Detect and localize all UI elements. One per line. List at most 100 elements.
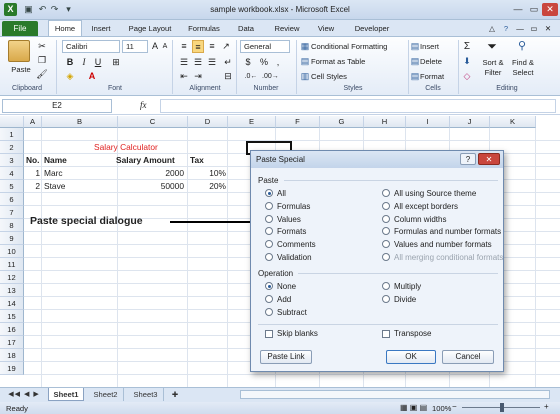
merge-center-icon[interactable]: ⊟ [222, 70, 234, 83]
increase-decimal-icon[interactable]: .0← [244, 70, 258, 83]
column-header-g[interactable]: G [320, 116, 364, 128]
cell-styles-button[interactable]: Cell Styles [311, 70, 347, 83]
paste-option-left-0-radio[interactable] [265, 189, 273, 197]
operation-right-1-label[interactable]: Divide [394, 294, 416, 305]
shrink-font-icon[interactable]: A [160, 40, 170, 53]
sheet-nav-icon[interactable]: ◀◀ ◀ ▶ ▶▶ [4, 388, 44, 411]
close-icon[interactable]: ✕ [542, 3, 558, 16]
skip-blanks-checkbox[interactable] [265, 330, 273, 338]
column-header-d[interactable]: D [188, 116, 228, 128]
collapse-ribbon-icon[interactable]: △ [486, 21, 498, 36]
cell-no[interactable]: 2 [12, 180, 42, 193]
row-header-17[interactable]: 17 [0, 336, 24, 349]
tab-file[interactable]: File [2, 21, 38, 36]
align-bottom-icon[interactable]: ≡ [206, 40, 218, 53]
cell-tax[interactable]: 10% [188, 167, 226, 180]
borders-icon[interactable]: ⊞ [110, 56, 122, 69]
tab-review[interactable]: Review [270, 21, 304, 36]
tab-developer[interactable]: Developer [350, 21, 394, 36]
grow-font-icon[interactable]: A [150, 40, 160, 53]
row-header-15[interactable]: 15 [0, 310, 24, 323]
tab-formulas[interactable]: Formulas [184, 21, 224, 36]
conditional-formatting-button[interactable]: Conditional Formatting [311, 40, 387, 53]
normal-view-icon[interactable]: ▦ ▣ ▤ [400, 403, 427, 412]
workbook-restore-icon[interactable]: ▭ [528, 21, 540, 36]
operation-right-1-radio[interactable] [382, 294, 390, 303]
font-size-select[interactable]: 11 [122, 40, 148, 53]
tab-home[interactable]: Home [48, 20, 82, 37]
row-header-14[interactable]: 14 [0, 297, 24, 310]
align-center-icon[interactable]: ☰ [192, 56, 204, 69]
column-header-b[interactable]: B [42, 116, 118, 128]
zoom-out-button[interactable]: − [452, 402, 457, 411]
operation-left-2-radio[interactable] [265, 307, 273, 316]
workbook-close-icon[interactable]: ✕ [542, 21, 554, 36]
tab-data[interactable]: Data [232, 21, 260, 36]
dialog-close-button[interactable]: ✕ [478, 153, 500, 165]
tab-insert[interactable]: Insert [86, 21, 116, 36]
row-header-12[interactable]: 12 [0, 271, 24, 284]
formula-input[interactable] [160, 99, 556, 113]
operation-left-0-radio[interactable] [265, 282, 273, 290]
paste-option-right-0-radio[interactable] [382, 189, 390, 197]
row-header-7[interactable]: 7 [0, 206, 24, 219]
paste-link-button[interactable]: Paste Link [260, 350, 312, 364]
paste-option-right-2-label[interactable]: Column widths [394, 214, 446, 225]
align-left-icon[interactable]: ☰ [178, 56, 190, 69]
operation-left-1-radio[interactable] [265, 294, 273, 303]
paste-option-left-2-radio[interactable] [265, 214, 273, 223]
wrap-text-icon[interactable]: ↵ [222, 56, 234, 69]
row-header-18[interactable]: 18 [0, 349, 24, 362]
sort-filter-label-2[interactable]: Filter [480, 66, 506, 79]
row-header-13[interactable]: 13 [0, 284, 24, 297]
column-header-k[interactable]: K [490, 116, 536, 128]
function-icon[interactable]: fx [140, 100, 147, 110]
transpose-label[interactable]: Transpose [394, 328, 432, 339]
paste-option-left-1-label[interactable]: Formulas [277, 201, 310, 212]
decrease-indent-icon[interactable]: ⇤ [178, 70, 190, 83]
format-painter-icon[interactable]: 🖌 [36, 68, 48, 81]
column-header-i[interactable]: I [406, 116, 450, 128]
skip-blanks-label[interactable]: Skip blanks [277, 328, 318, 339]
minimize-icon[interactable]: — [510, 3, 526, 16]
row-header-16[interactable]: 16 [0, 323, 24, 336]
row-header-6[interactable]: 6 [0, 193, 24, 206]
paste-option-right-0-label[interactable]: All using Source theme [394, 188, 476, 199]
copy-icon[interactable]: ❐ [36, 54, 48, 67]
align-right-icon[interactable]: ☰ [206, 56, 218, 69]
operation-left-1-label[interactable]: Add [277, 294, 291, 305]
zoom-in-button[interactable]: + [544, 402, 549, 411]
operation-right-0-label[interactable]: Multiply [394, 281, 421, 292]
cell-name[interactable]: Marc [44, 167, 63, 180]
paste-option-right-2-radio[interactable] [382, 214, 390, 223]
fill-color-icon[interactable]: ◈ [64, 70, 76, 83]
orientation-icon[interactable]: ↗ [220, 40, 232, 53]
insert-sheet-icon[interactable]: ✚ [168, 388, 182, 401]
row-header-10[interactable]: 10 [0, 245, 24, 258]
paste-option-left-4-label[interactable]: Comments [277, 239, 316, 250]
row-header-2[interactable]: 2 [0, 141, 24, 154]
cancel-button[interactable]: Cancel [442, 350, 494, 364]
help-icon[interactable]: ? [500, 21, 512, 36]
paste-option-right-1-radio[interactable] [382, 201, 390, 210]
font-color-icon[interactable]: A [86, 70, 98, 83]
row-header-8[interactable]: 8 [0, 219, 24, 232]
decrease-decimal-icon[interactable]: .00→ [262, 70, 279, 83]
comma-button[interactable]: , [272, 56, 284, 69]
paste-option-left-1-radio[interactable] [265, 201, 273, 210]
column-header-a[interactable]: A [24, 116, 42, 128]
paste-option-right-4-label[interactable]: Values and number formats [394, 239, 492, 250]
row-header-1[interactable]: 1 [0, 128, 24, 141]
zoom-level[interactable]: 100% [432, 404, 451, 413]
select-all-corner[interactable] [0, 116, 24, 128]
column-header-j[interactable]: J [450, 116, 490, 128]
clear-icon[interactable]: ◇ [462, 70, 472, 83]
delete-cells-button[interactable]: Delete [420, 55, 442, 68]
cell-tax[interactable]: 20% [188, 180, 226, 193]
paste-option-left-0-label[interactable]: All [277, 188, 286, 199]
cut-icon[interactable]: ✂ [36, 40, 48, 53]
column-header-f[interactable]: F [276, 116, 320, 128]
operation-left-0-label[interactable]: None [277, 281, 296, 292]
paste-button[interactable]: Paste [8, 63, 34, 76]
zoom-slider-thumb[interactable] [500, 403, 504, 412]
